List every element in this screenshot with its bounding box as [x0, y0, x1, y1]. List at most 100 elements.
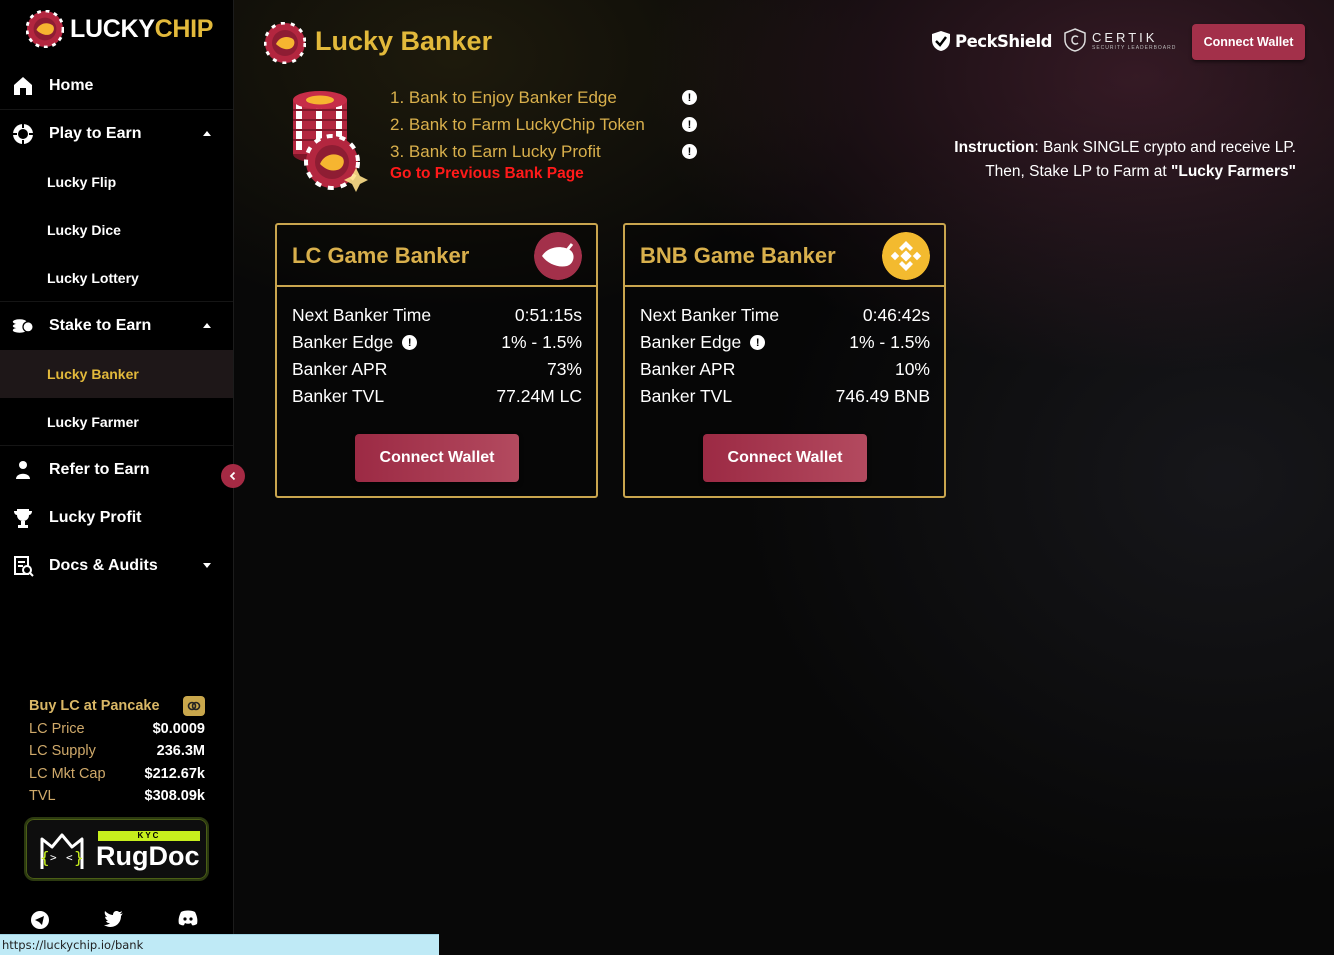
lc-token-icon [534, 232, 582, 280]
telegram-icon[interactable] [30, 910, 50, 935]
lucky-banker-chip-icon [264, 22, 306, 64]
row-value: 77.24M LC [496, 386, 582, 406]
certik-audit-link[interactable]: CERTIK SECURITY LEADERBOARD [1064, 28, 1176, 52]
sidebar-item-lucky-farmer[interactable]: Lucky Farmer [0, 398, 233, 446]
row-value: 1% - 1.5% [501, 332, 582, 352]
chevron-down-icon [203, 563, 211, 568]
rugdoc-kyc-badge[interactable]: { } > < KYC RugDoc [24, 817, 209, 881]
row-value: 746.49 BNB [835, 386, 930, 406]
row-label: Banker APR [292, 359, 388, 379]
browser-status-url: https://luckychip.io/bank [0, 934, 439, 955]
brand-name: LUCKYCHIP [70, 15, 213, 44]
row-label: Next Banker Time [640, 305, 780, 325]
certik-logo-icon [1064, 28, 1086, 52]
home-icon [12, 75, 34, 97]
instruction-label: Instruction [954, 139, 1035, 156]
step-item: 2. Bank to Farm LuckyChip Token ! [390, 111, 697, 138]
bnb-token-icon [882, 232, 930, 280]
stat-row: TVL $308.09k [29, 785, 205, 808]
connect-wallet-button[interactable]: Connect Wallet [355, 434, 519, 482]
certik-label: CERTIK [1092, 29, 1158, 45]
peckshield-audit-link[interactable]: PeckShield [931, 30, 1052, 52]
buy-lc-link[interactable]: Buy LC at Pancake [29, 698, 160, 714]
header-connect-wallet-button[interactable]: Connect Wallet [1192, 24, 1305, 60]
sidebar-item-stake-to-earn[interactable]: Stake to Earn [0, 302, 233, 350]
sidebar-item-label: Stake to Earn [49, 317, 152, 334]
sidebar-item-play-to-earn[interactable]: Play to Earn [0, 110, 233, 158]
twitter-icon[interactable] [104, 910, 124, 933]
card-header: LC Game Banker [277, 225, 596, 287]
document-search-icon [12, 555, 34, 577]
stat-row: LC Supply 236.3M [29, 740, 205, 763]
brand-name-part2: CHIP [154, 14, 214, 43]
rugdoc-cat-icon: { } > < [40, 833, 84, 869]
instruction-line2: Then, Stake LP to Farm at [985, 163, 1172, 180]
buy-lc-row[interactable]: Buy LC at Pancake [29, 695, 205, 718]
stat-label: TVL [29, 788, 56, 805]
card-row-banker-apr: Banker APR 73% [292, 356, 582, 383]
row-label: Banker Edge [640, 332, 742, 352]
card-header: BNB Game Banker [625, 225, 944, 287]
svg-text:<: < [66, 851, 73, 864]
instruction-line1: : Bank SINGLE crypto and receive LP. [1034, 139, 1296, 156]
brand-name-part1: LUCKY [70, 14, 155, 43]
info-icon[interactable]: ! [750, 335, 766, 350]
info-icon[interactable]: ! [402, 335, 418, 350]
row-label: Banker TVL [640, 386, 733, 406]
svg-text:>: > [50, 851, 57, 864]
step-item: 1. Bank to Enjoy Banker Edge ! [390, 84, 697, 111]
sidebar-item-label: Lucky Profit [49, 509, 142, 526]
row-value: 0:51:15s [514, 305, 582, 325]
row-value: 10% [894, 359, 930, 379]
lucky-farmers-link[interactable]: "Lucky Farmers" [1171, 163, 1296, 180]
sidebar-item-home[interactable]: Home [0, 62, 233, 110]
stat-label: LC Supply [29, 743, 96, 760]
brand-logo[interactable]: LUCKYCHIP [26, 10, 213, 48]
chevron-up-icon [203, 323, 211, 328]
chevron-left-icon [229, 471, 236, 481]
sidebar-item-lucky-flip[interactable]: Lucky Flip [0, 158, 233, 206]
banker-steps-list: 1. Bank to Enjoy Banker Edge ! 2. Bank t… [390, 84, 697, 165]
sidebar-item-lucky-dice[interactable]: Lucky Dice [0, 206, 233, 254]
sidebar-item-label: Refer to Earn [49, 461, 150, 478]
stat-row: LC Mkt Cap $212.67k [29, 763, 205, 786]
certik-sub-label: SECURITY LEADERBOARD [1092, 44, 1177, 51]
sidebar-item-label: Play to Earn [49, 125, 142, 142]
sidebar-collapse-button[interactable] [221, 464, 245, 488]
sidebar-item-label: Docs & Audits [49, 557, 158, 574]
card-row-next-banker-time: Next Banker Time 0:51:15s [292, 302, 582, 329]
sidebar-item-label: Home [49, 76, 94, 94]
luckychip-logo-icon [26, 10, 64, 48]
row-value: 73% [546, 359, 582, 379]
rugdoc-name: RugDoc [96, 841, 200, 871]
kyc-label: KYC [98, 831, 200, 841]
sidebar: LUCKYCHIP Home Play to Earn Lucky Flip L… [0, 0, 234, 955]
discord-icon[interactable] [178, 910, 198, 931]
sidebar-item-docs-audits[interactable]: Docs & Audits [0, 542, 233, 590]
row-value: 1% - 1.5% [849, 332, 930, 352]
card-body: Next Banker Time 0:51:15s Banker Edge! 1% … [277, 287, 596, 410]
social-links [0, 910, 233, 936]
pancake-link-icon[interactable] [183, 696, 205, 717]
stat-label: LC Price [29, 720, 85, 737]
card-row-banker-tvl: Banker TVL 746.49 BNB [640, 383, 930, 410]
sidebar-item-lucky-profit[interactable]: Lucky Profit [0, 494, 233, 542]
chip-stack-illustration [293, 91, 368, 192]
info-icon[interactable]: ! [682, 90, 697, 105]
stat-value: $308.09k [144, 788, 205, 805]
step-text: 3. Bank to Earn Lucky Profit [390, 141, 601, 161]
sidebar-item-refer-to-earn[interactable]: Refer to Earn [0, 446, 233, 494]
sidebar-item-lucky-banker[interactable]: Lucky Banker [0, 350, 233, 398]
peckshield-label: PeckShield [955, 31, 1052, 51]
info-icon[interactable]: ! [682, 117, 697, 132]
row-label: Banker Edge [292, 332, 394, 352]
info-icon[interactable]: ! [682, 144, 697, 159]
sidebar-item-lucky-lottery[interactable]: Lucky Lottery [0, 254, 233, 302]
step-text: 2. Bank to Farm LuckyChip Token [390, 114, 645, 134]
chip-icon [12, 123, 34, 145]
main-content: Lucky Banker PeckShield CERTIK SECURITY … [234, 0, 1334, 955]
previous-bank-page-link[interactable]: Go to Previous Bank Page [390, 165, 584, 183]
step-item: 3. Bank to Earn Lucky Profit ! [390, 138, 697, 165]
card-row-next-banker-time: Next Banker Time 0:46:42s [640, 302, 930, 329]
connect-wallet-button[interactable]: Connect Wallet [703, 434, 867, 482]
